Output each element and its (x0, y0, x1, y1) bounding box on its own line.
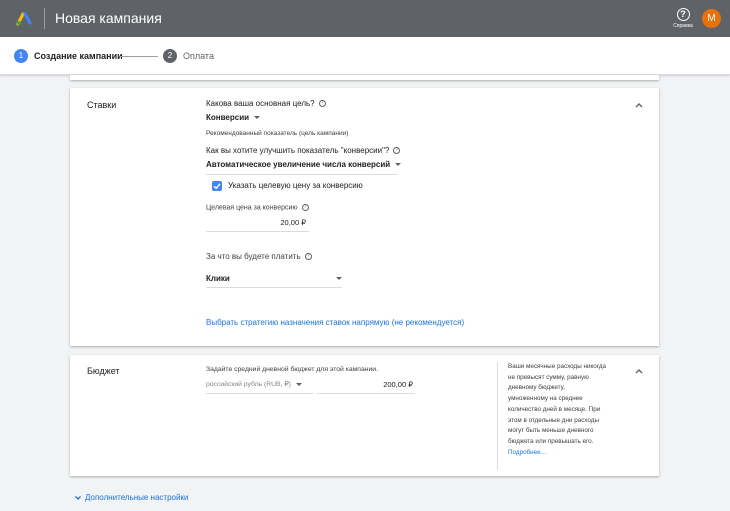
budget-note-line: могут быть меньше дневного (508, 427, 594, 435)
info-circle-icon[interactable]: ? (301, 204, 309, 211)
currency-value: российский рубль (RUB, ₽) (206, 381, 291, 388)
top-app-bar: Новая кампания ? Справка M (0, 0, 730, 37)
improve-dropdown-underline (206, 174, 398, 175)
target-cpa-label-text: Целевая цена за конверсию (206, 204, 298, 212)
target-cpa-label: Целевая цена за конверсию? (206, 204, 309, 211)
learn-more-link[interactable]: Подробнее… (508, 448, 627, 459)
additional-settings-toggle[interactable]: Дополнительные настройки (74, 493, 188, 502)
target-cpa-underline (206, 231, 309, 232)
improve-question: Как вы хотите улучшить показатель "конве… (206, 146, 401, 155)
step-1-label[interactable]: Создание кампании (34, 51, 123, 61)
budget-note-line: бюджета или превышать его. (508, 437, 594, 445)
budget-note-line: Ваши месячные расходы никогда (508, 363, 607, 370)
budget-note-line: дневному бюджету, (508, 384, 565, 392)
additional-settings-label: Дополнительные настройки (85, 493, 189, 502)
campaign-stepper: 1 Создание кампании 2 Оплата (0, 37, 730, 75)
avatar[interactable]: M (702, 9, 721, 28)
info-circle-icon[interactable]: ? (318, 100, 326, 108)
info-circle-icon[interactable]: ? (304, 253, 312, 261)
target-cpa-input[interactable]: 20,00 ₽ (206, 218, 306, 227)
checkbox-checked-icon[interactable] (212, 181, 222, 191)
improve-value: Автоматическое увеличение числа конверси… (206, 160, 391, 169)
chevron-down-icon (75, 495, 81, 500)
recommended-metric-label: Рекомендованный показатель (цель кампани… (206, 130, 349, 137)
step-2-label[interactable]: Оплата (183, 51, 214, 61)
caret-down-icon (395, 163, 402, 167)
goal-value: Конверсии (206, 113, 250, 122)
goal-question-text: Какова ваша основная цель? (206, 99, 315, 108)
goal-question: Какова ваша основная цель?? (206, 99, 326, 108)
budget-note-line: не превысят сумму, равную (508, 373, 589, 381)
budget-amount-underline (317, 393, 415, 394)
budget-note-line: этом в отдельные дни расходы (508, 416, 599, 424)
pay-for-question-text: За что вы будете платить (206, 252, 301, 261)
caret-down-icon (336, 277, 342, 280)
budget-prompt: Задайте средний дневной бюджет для этой … (206, 366, 378, 373)
goal-dropdown[interactable]: Конверсии (206, 113, 261, 122)
budget-info-panel: Ваши месячные расходы никогда не превыся… (497, 362, 627, 470)
help-label: Справка (673, 23, 693, 29)
step-2-number: 2 (163, 49, 177, 63)
budget-note-line: умноженному на среднее (508, 395, 583, 403)
header-divider (44, 8, 45, 29)
budget-title: Бюджет (87, 366, 120, 376)
help-circle-icon: ? (676, 8, 690, 21)
pay-for-question: За что вы будете платить? (206, 252, 312, 261)
bids-card: Ставки Какова ваша основная цель?? Конве… (70, 88, 659, 346)
caret-down-icon (254, 116, 261, 120)
improve-dropdown[interactable]: Автоматическое увеличение числа конверси… (206, 160, 402, 169)
help-button[interactable]: ? Справка (672, 8, 694, 29)
pay-for-dropdown[interactable]: Клики (206, 274, 342, 283)
step-1-number: 1 (14, 49, 28, 63)
google-ads-logo-icon[interactable] (16, 10, 32, 26)
target-cpa-checkbox-label[interactable]: Указать целевую цену за конверсию (228, 181, 363, 190)
budget-note-line: количество дней в месяце. При (508, 405, 601, 413)
strategy-link[interactable]: Выбрать стратегию назначения ставок напр… (206, 318, 464, 327)
pay-for-underline (206, 287, 342, 288)
bids-title: Ставки (87, 100, 117, 110)
page-title: Новая кампания (55, 10, 162, 26)
budget-amount-input[interactable]: 200,00 ₽ (317, 380, 413, 389)
info-circle-icon[interactable]: ? (393, 147, 401, 155)
caret-down-icon (295, 382, 302, 386)
currency-dropdown[interactable]: российский рубль (RUB, ₽) (206, 380, 302, 388)
chevron-up-icon[interactable] (634, 100, 644, 110)
pay-for-value: Клики (206, 274, 230, 283)
improve-question-text: Как вы хотите улучшить показатель "конве… (206, 146, 390, 155)
currency-underline (206, 393, 313, 394)
previous-section-card (70, 75, 659, 80)
budget-card: Бюджет Задайте средний дневной бюджет дл… (70, 355, 659, 476)
chevron-up-icon[interactable] (634, 366, 644, 376)
step-connector (120, 56, 158, 57)
